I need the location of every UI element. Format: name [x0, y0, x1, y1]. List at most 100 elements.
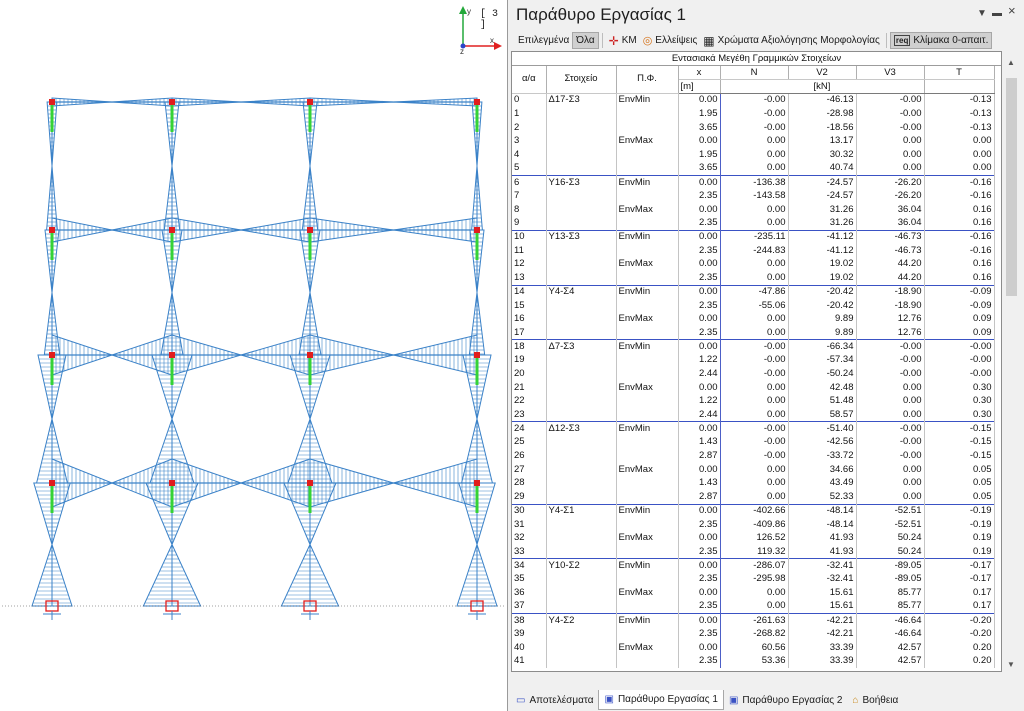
cell-index: 26: [512, 449, 547, 463]
table-row[interactable]: 12 EnvMax 0.00 0.00 19.02 44.20 0.16: [512, 257, 995, 272]
cell-index: 0: [512, 93, 547, 108]
table-row[interactable]: 32 EnvMax 0.00 126.52 41.93 50.24 0.19: [512, 531, 995, 546]
table-row[interactable]: 13 2.35 0.00 19.02 44.20 0.16: [512, 271, 995, 285]
cell-n: 0.00: [720, 216, 789, 231]
table-row[interactable]: 24 Δ12-Σ3 EnvMin 0.00 -0.00 -51.40 -0.00 -0.15: [512, 421, 995, 436]
table-row[interactable]: 6 Υ16-Σ3 EnvMin 0.00 -136.38 -24.57 -26.20 -0.1…: [512, 175, 995, 190]
tab-results[interactable]: ▭ Αποτελέσματα: [511, 690, 598, 710]
moment-diagram-canvas[interactable]: y x z: [0, 0, 508, 711]
cell-n: -409.86: [720, 517, 789, 532]
dropdown-icon[interactable]: ▼: [977, 8, 987, 20]
table-row[interactable]: 35 2.35 -295.98 -32.41 -89.05 -0.17: [512, 572, 995, 587]
table-row[interactable]: 11 2.35 -244.83 -41.12 -46.73 -0.16: [512, 243, 995, 258]
table-row[interactable]: 26 2.87 -0.00 -33.72 -0.00 -0.15: [512, 449, 995, 463]
table-row[interactable]: 34 Υ10-Σ2 EnvMin 0.00 -286.07 -32.41 -89.05 -0.…: [512, 558, 995, 573]
cell-x: 2.35: [678, 517, 721, 532]
cell-v2: 19.02: [788, 257, 857, 272]
cell-t: 0.20: [924, 640, 995, 655]
col-element-header[interactable]: Στοιχείο: [546, 66, 617, 94]
cell-t: -0.16: [924, 175, 995, 190]
table-row[interactable]: 33 2.35 119.32 41.93 50.24 0.19: [512, 545, 995, 559]
table-row[interactable]: 39 2.35 -268.82 -42.21 -46.64 -0.20: [512, 627, 995, 641]
table-row[interactable]: 0 Δ17-Σ3 EnvMin 0.00 -0.00 -46.13 -0.00 -0.13: [512, 93, 995, 108]
cell-v3: 36.04: [856, 202, 925, 217]
tab-workspace-2[interactable]: ▣ Παράθυρο Εργασίας 2: [724, 690, 847, 710]
cell-index: 4: [512, 148, 547, 162]
table-row[interactable]: 22 1.22 0.00 51.48 0.00 0.30: [512, 394, 995, 409]
vertical-scrollbar[interactable]: ▲ ▼: [1004, 56, 1019, 672]
table-row[interactable]: 30 Υ4-Σ1 EnvMin 0.00 -402.66 -48.14 -52.51 -0.1…: [512, 503, 995, 518]
col-x-header[interactable]: x: [678, 66, 721, 81]
forces-table[interactable]: Εντασιακά Μεγέθη Γραμμικών Στοιχείων α/α…: [511, 51, 1002, 672]
table-row[interactable]: 28 1.43 0.00 43.49 0.00 0.05: [512, 476, 995, 491]
panel-title: Παράθυρο Εργασίας 1: [516, 5, 687, 24]
km-button[interactable]: ✛ ΚΜ: [606, 32, 640, 49]
table-row[interactable]: 36 EnvMax 0.00 0.00 15.61 85.77 0.17: [512, 586, 995, 600]
cell-combo: [616, 599, 679, 614]
table-row[interactable]: 23 2.44 0.00 58.57 0.00 0.30: [512, 408, 995, 422]
table-row[interactable]: 16 EnvMax 0.00 0.00 9.89 12.76 0.09: [512, 312, 995, 327]
table-row[interactable]: 7 2.35 -143.58 -24.57 -26.20 -0.16: [512, 189, 995, 203]
tab-workspace-1[interactable]: ▣ Παράθυρο Εργασίας 1: [598, 690, 724, 710]
table-row[interactable]: 17 2.35 0.00 9.89 12.76 0.09: [512, 326, 995, 340]
table-row[interactable]: 10 Υ13-Σ3 EnvMin 0.00 -235.11 -41.12 -46.73 -0.…: [512, 229, 995, 244]
table-row[interactable]: 40 EnvMax 0.00 60.56 33.39 42.57 0.20: [512, 640, 995, 655]
cell-x: 2.35: [678, 189, 721, 203]
cell-combo: [616, 435, 679, 450]
col-n-header[interactable]: N: [720, 66, 789, 81]
cell-combo: [616, 243, 679, 258]
frame-node: [307, 480, 313, 486]
cell-element: [546, 449, 617, 463]
close-icon[interactable]: ×: [1008, 4, 1016, 17]
structure-viewport[interactable]: y x z [ 3 ]: [0, 0, 508, 711]
table-row[interactable]: 2 3.65 -0.00 -18.56 -0.00 -0.13: [512, 120, 995, 135]
col-t-header[interactable]: T: [924, 66, 995, 81]
cell-element: [546, 353, 617, 368]
cell-v3: -46.73: [856, 243, 925, 258]
table-row[interactable]: 1 1.95 -0.00 -28.98 -0.00 -0.13: [512, 107, 995, 121]
cell-x: 2.44: [678, 367, 721, 381]
col-combo-header[interactable]: Π.Φ.: [616, 66, 679, 94]
cell-n: -47.86: [720, 284, 789, 299]
table-row[interactable]: 4 1.95 0.00 30.32 0.00 0.00: [512, 148, 995, 162]
col-v3-header[interactable]: V3: [856, 66, 925, 81]
cell-element: [546, 326, 617, 340]
cell-t: -0.20: [924, 627, 995, 641]
table-row[interactable]: 31 2.35 -409.86 -48.14 -52.51 -0.19: [512, 517, 995, 532]
col-index-header[interactable]: α/α: [512, 66, 547, 94]
cell-combo: EnvMin: [616, 93, 679, 108]
table-row[interactable]: 27 EnvMax 0.00 0.00 34.66 0.00 0.05: [512, 462, 995, 477]
table-row[interactable]: 15 2.35 -55.06 -20.42 -18.90 -0.09: [512, 298, 995, 313]
cell-t: 0.16: [924, 202, 995, 217]
ellipses-button[interactable]: ◎ Ελλείψεις: [640, 32, 701, 49]
tab-help[interactable]: ⌂ Βοήθεια: [847, 690, 903, 710]
scroll-up-icon[interactable]: ▲: [1007, 58, 1015, 67]
table-row[interactable]: 38 Υ4-Σ2 EnvMin 0.00 -261.63 -42.21 -46.64 -0.2…: [512, 613, 995, 628]
table-row[interactable]: 5 3.65 0.00 40.74 0.00 0.00: [512, 161, 995, 176]
cell-element: Δ17-Σ3: [546, 93, 617, 108]
cell-n: 0.00: [720, 408, 789, 422]
cell-n: 0.00: [720, 326, 789, 340]
table-row[interactable]: 37 2.35 0.00 15.61 85.77 0.17: [512, 599, 995, 614]
scroll-down-icon[interactable]: ▼: [1007, 660, 1015, 669]
all-toggle-button[interactable]: Όλα: [572, 32, 599, 49]
cell-n: 0.00: [720, 161, 789, 176]
morphology-colors-button[interactable]: ▦ Χρώματα Αξιολόγησης Μορφολογίας: [700, 32, 883, 49]
scale-button[interactable]: req Κλίμακα 0-απαιτ.: [889, 32, 993, 49]
frame-node: [474, 352, 480, 358]
cell-combo: EnvMax: [616, 640, 679, 655]
table-row[interactable]: 19 1.22 -0.00 -57.34 -0.00 -0.00: [512, 353, 995, 368]
table-row[interactable]: 9 2.35 0.00 31.26 36.04 0.16: [512, 216, 995, 231]
scrollbar-thumb[interactable]: [1006, 78, 1017, 296]
table-row[interactable]: 29 2.87 0.00 52.33 0.00 0.05: [512, 490, 995, 504]
table-row[interactable]: 25 1.43 -0.00 -42.56 -0.00 -0.15: [512, 435, 995, 450]
table-row[interactable]: 41 2.35 53.36 33.39 42.57 0.20: [512, 654, 995, 669]
table-row[interactable]: 18 Δ7-Σ3 EnvMin 0.00 -0.00 -66.34 -0.00 -0.00: [512, 339, 995, 354]
table-row[interactable]: 21 EnvMax 0.00 0.00 42.48 0.00 0.30: [512, 380, 995, 395]
pin-icon[interactable]: ▬: [992, 8, 1002, 20]
col-v2-header[interactable]: V2: [788, 66, 857, 81]
table-row[interactable]: 3 EnvMax 0.00 0.00 13.17 0.00 0.00: [512, 134, 995, 149]
table-row[interactable]: 20 2.44 -0.00 -50.24 -0.00 -0.00: [512, 367, 995, 381]
table-row[interactable]: 8 EnvMax 0.00 0.00 31.26 36.04 0.16: [512, 202, 995, 217]
table-row[interactable]: 14 Υ4-Σ4 EnvMin 0.00 -47.86 -20.42 -18.90 -0.09: [512, 284, 995, 299]
